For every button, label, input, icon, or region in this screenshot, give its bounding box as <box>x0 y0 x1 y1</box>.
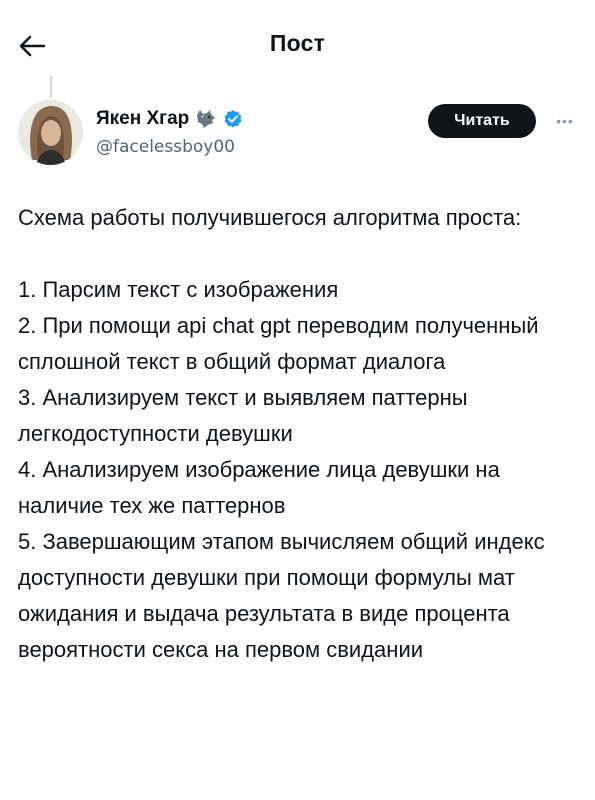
page-title: Пост <box>269 30 326 56</box>
top-bar: Пост <box>0 0 595 92</box>
author-row: Якен Хгар @facelessboy00 Читать ••• <box>0 96 595 176</box>
verified-badge-icon <box>223 109 243 129</box>
post-step: 2. При помощи api chat gpt переводим пол… <box>18 313 539 374</box>
post-body: Схема работы получившегося алгоритма про… <box>18 200 583 668</box>
thread-line <box>50 76 52 98</box>
author-name-row: Якен Хгар <box>96 108 243 130</box>
more-dots-icon[interactable]: ••• <box>550 104 580 138</box>
post-intro: Схема работы получившегося алгоритма про… <box>18 205 522 230</box>
post-step: 3. Анализируем текст и выявляем паттерны… <box>18 385 468 446</box>
author-handle[interactable]: @facelessboy00 <box>96 137 235 157</box>
wolf-icon <box>195 109 217 129</box>
author-name[interactable]: Якен Хгар <box>96 108 189 130</box>
follow-button[interactable]: Читать <box>428 104 536 138</box>
post-step: 1. Парсим текст с изображения <box>18 277 339 302</box>
post-step: 4. Анализируем изображение лица девушки … <box>18 457 500 518</box>
post-step: 5. Завершающим этапом вычисляем общий ин… <box>18 529 545 662</box>
avatar[interactable] <box>18 100 83 165</box>
